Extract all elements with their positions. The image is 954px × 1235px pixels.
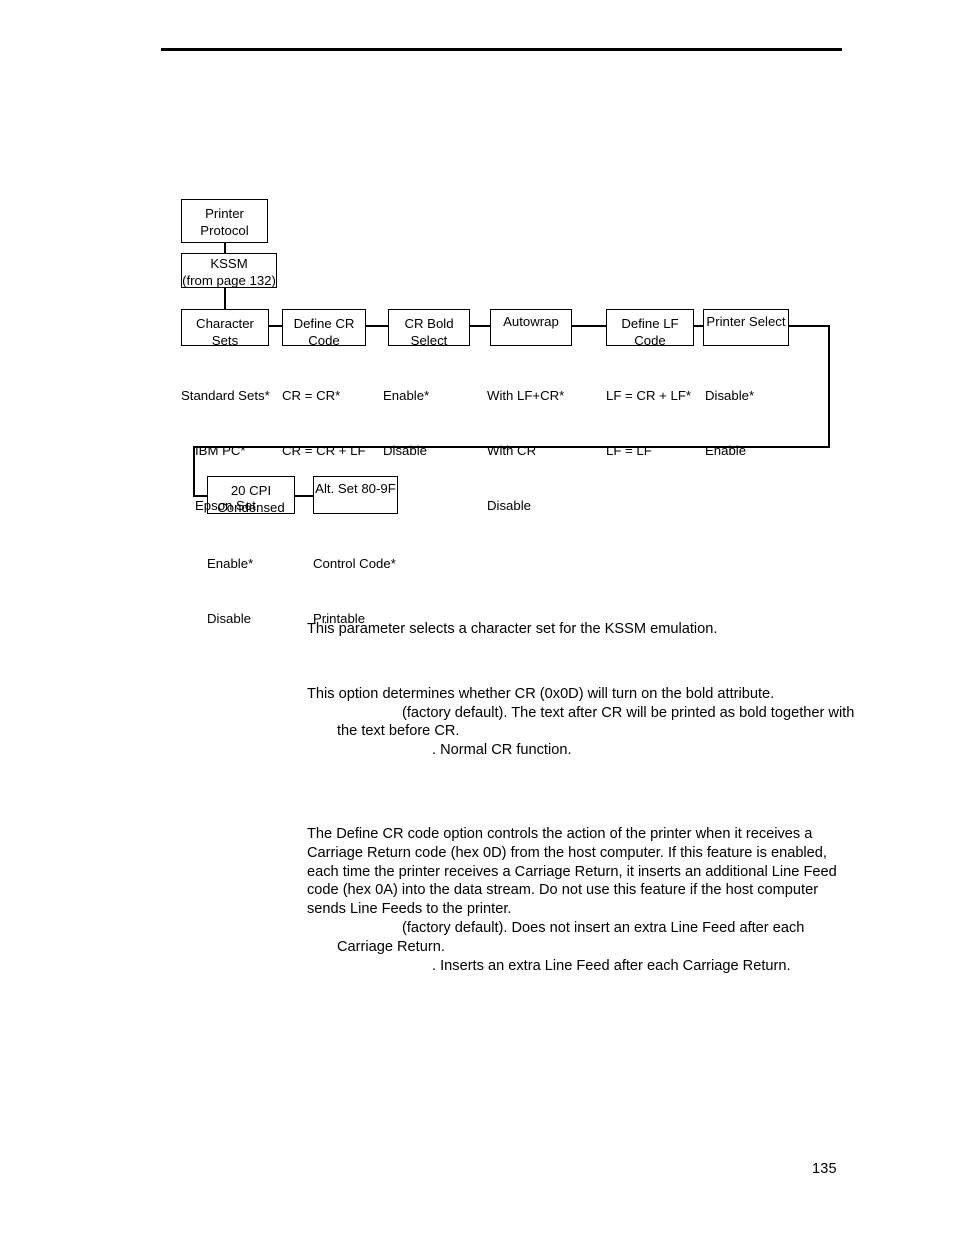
node-printer-protocol[interactable]: Printer Protocol [181, 199, 268, 243]
paragraph-define-cr-alternate: . Inserts an extra Line Feed after each … [432, 957, 791, 974]
node-define-lf-code[interactable]: Define LF Code [606, 309, 694, 348]
node-autowrap-line1: Autowrap [503, 314, 559, 329]
node-define-cr-code[interactable]: Define CR Code [282, 309, 366, 348]
option-item: Control Code* [313, 556, 396, 572]
options-define-lf-code: LF = CR + LF* LF = LF [606, 351, 691, 497]
node-define-lf-code-line2: Code [634, 332, 666, 348]
option-item: Printable [313, 611, 366, 627]
option-item: With LF+CR* [487, 388, 565, 404]
option-item: CR = CR* [282, 388, 341, 404]
body-copy: This parameter selects a character set f… [307, 620, 855, 975]
connector-protocol-to-kssm [224, 243, 226, 253]
page-number: 135 [812, 1161, 837, 1177]
node-define-cr-code-line2: Code [308, 332, 340, 348]
node-printer-protocol-line2: Protocol [200, 222, 249, 238]
paragraph-define-cr-description: The Define CR code option controls the a… [307, 825, 837, 918]
option-item: LF = CR + LF* [606, 388, 692, 404]
option-item: Disable* [705, 388, 755, 404]
options-autowrap: With LF+CR* With CR Disable [487, 351, 564, 551]
option-item: LF = LF [606, 443, 652, 459]
node-autowrap[interactable]: Autowrap [490, 309, 572, 346]
node-printer-select-line1: Printer Select [706, 314, 786, 329]
node-character-sets-line1: Character [196, 316, 254, 331]
node-kssm[interactable]: KSSM (from page 132) [181, 253, 277, 288]
option-item: Enable* [207, 556, 254, 572]
paragraph-cr-bold-disable: . Normal CR function. [432, 742, 572, 759]
node-cr-bold-select-line2: Select [410, 332, 448, 348]
option-item: With CR [487, 443, 537, 459]
paragraph-cr-bold-description: This option determines whether CR (0x0D)… [307, 685, 775, 702]
node-define-lf-code-line1: Define LF [621, 316, 679, 331]
option-item: Disable [487, 497, 531, 513]
option-item: Epson Set [195, 497, 256, 513]
option-item: Enable [705, 443, 747, 459]
node-cr-bold-select-line1: CR Bold [404, 316, 454, 331]
options-alt-set-80-9f: Control Code* Printable [313, 519, 396, 665]
option-item: Disable [383, 443, 427, 459]
node-kssm-line1: KSSM [210, 256, 248, 271]
options-20-cpi-condensed: Enable* Disable [207, 519, 253, 665]
connector-crbold-to-autowrap [468, 325, 492, 327]
option-item: Enable* [383, 388, 430, 404]
paragraph-define-cr-default: (factory default). Does not insert an ex… [337, 919, 805, 955]
connector-kssm-to-character-sets [224, 288, 226, 309]
options-cr-bold-select: Enable* Disable [383, 351, 429, 497]
option-item: IBM PC* [195, 443, 246, 459]
option-item: Disable [207, 611, 251, 627]
node-kssm-line2: (from page 132) [182, 272, 276, 288]
options-printer-select: Disable* Enable [705, 351, 754, 497]
node-character-sets-line2: Sets [211, 332, 239, 348]
option-item: Standard Sets* [181, 388, 270, 404]
connector-autowrap-to-definelf [570, 325, 608, 327]
options-define-cr-code: CR = CR* CR = CR + LF [282, 351, 366, 497]
node-cr-bold-select[interactable]: CR Bold Select [388, 309, 470, 348]
connector-wrap-down-right [828, 325, 830, 448]
connector-definecr-to-crbold [364, 325, 390, 327]
node-character-sets[interactable]: Character Sets [181, 309, 269, 348]
option-item: CR = CR + LF [282, 443, 366, 459]
paragraph-cr-bold-enable: (factory default). The text after CR wil… [337, 704, 855, 740]
menu-flow-diagram: Printer Protocol KSSM (from page 132) Ch… [0, 0, 954, 626]
node-printer-protocol-line1: Printer [205, 206, 244, 221]
connector-printerselect-right [787, 325, 830, 327]
node-define-cr-code-line1: Define CR [293, 316, 355, 331]
node-printer-select[interactable]: Printer Select [703, 309, 789, 346]
